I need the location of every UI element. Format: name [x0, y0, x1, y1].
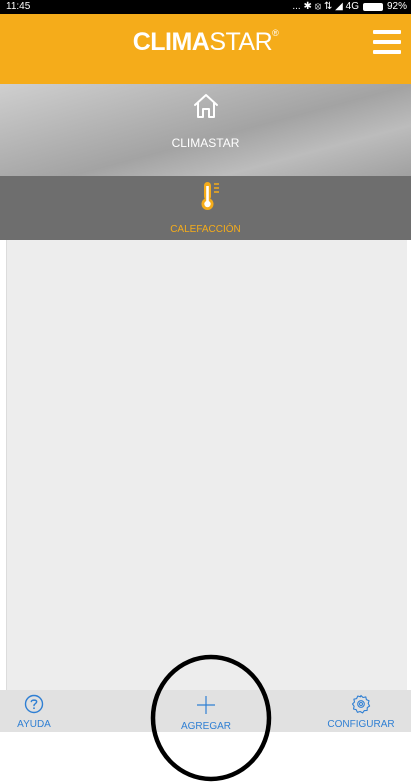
config-label: CONFIGURAR — [327, 719, 395, 730]
menu-bar — [373, 50, 401, 54]
bottom-nav: AYUDA AGREGAR CONFIGURAR — [0, 690, 411, 732]
category-label: CALEFACCIÓN — [170, 224, 241, 235]
app-header: CLIMASTAR® — [0, 14, 411, 84]
hamburger-menu-icon[interactable] — [373, 30, 401, 54]
status-time: 11:45 — [6, 1, 31, 12]
home-section[interactable]: CLIMASTAR — [0, 84, 411, 176]
help-circle-icon — [24, 694, 44, 714]
menu-bar — [373, 30, 401, 34]
battery-icon — [362, 3, 383, 11]
app-screen: 11:45 ... ✱ ⦻ ⇅ ◢ 4G 92% CLIMASTAR® CLIM… — [0, 0, 411, 782]
status-indicators: ... ✱ ⦻ ⇅ ◢ 4G 92% — [292, 0, 407, 14]
gear-icon — [351, 694, 371, 714]
brand-logo: CLIMASTAR® — [0, 28, 411, 57]
home-label: CLIMASTAR — [171, 136, 240, 150]
thermometer-icon — [201, 182, 219, 210]
battery-percent: 92% — [386, 1, 407, 12]
status-icons: ... ✱ ⦻ ⇅ ◢ 4G — [292, 1, 359, 12]
help-button[interactable]: AYUDA — [4, 694, 64, 730]
help-label: AYUDA — [17, 719, 51, 730]
menu-bar — [373, 40, 401, 44]
brand-registered-mark: ® — [272, 28, 279, 38]
plus-icon — [197, 696, 215, 714]
brand-logo-bold: CLIMA — [132, 28, 210, 56]
status-bar: 11:45 ... ✱ ⦻ ⇅ ◢ 4G 92% — [0, 0, 411, 14]
home-icon — [194, 94, 218, 118]
add-button[interactable]: AGREGAR — [166, 694, 246, 732]
category-tab-heating[interactable]: CALEFACCIÓN — [0, 176, 411, 240]
add-label: AGREGAR — [180, 721, 231, 732]
config-button[interactable]: CONFIGURAR — [316, 694, 406, 730]
device-list-area — [6, 240, 407, 690]
brand-logo-light: STAR — [209, 28, 273, 56]
